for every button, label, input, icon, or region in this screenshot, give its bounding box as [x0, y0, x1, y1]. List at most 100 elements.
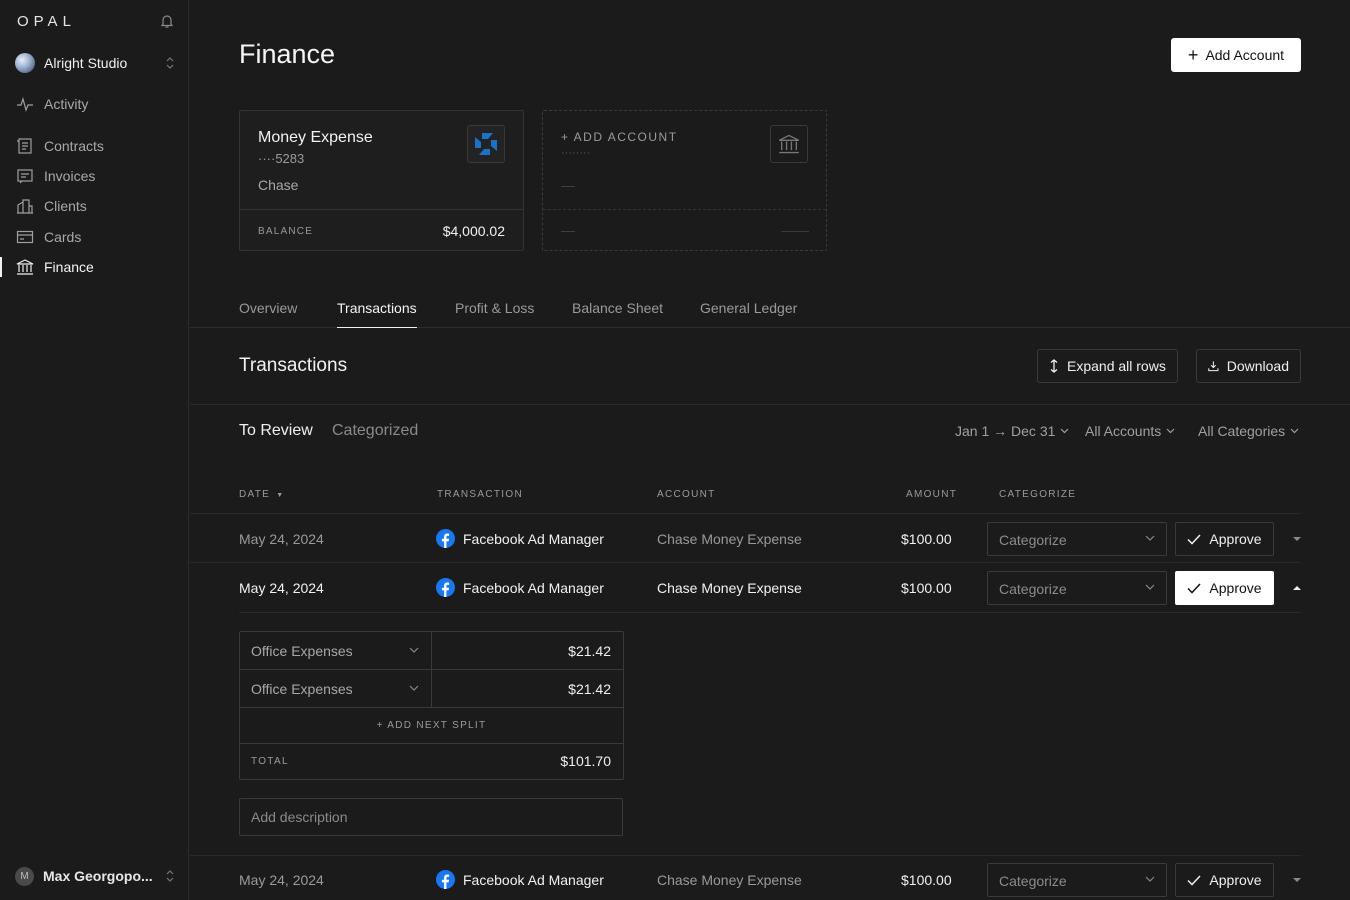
sidebar-item-label: Invoices: [44, 168, 96, 184]
expand-vertical-icon: [1050, 359, 1058, 373]
tab-overview[interactable]: Overview: [239, 300, 297, 328]
sidebar-item-label: Finance: [44, 259, 94, 275]
divider: [543, 209, 826, 210]
collapse-row-icon[interactable]: [1291, 584, 1303, 592]
transaction-amount: $100.00: [901, 531, 952, 547]
categorize-placeholder: Categorize: [999, 873, 1067, 889]
column-header-transaction: TRANSACTION: [437, 489, 523, 500]
transaction-amount: $100.00: [901, 580, 952, 596]
split-amount[interactable]: $21.42: [568, 643, 611, 659]
balance-value: $4,000.02: [442, 223, 505, 239]
approve-label: Approve: [1209, 531, 1262, 547]
chevron-down-icon: [1060, 428, 1069, 434]
transaction-date: May 24, 2024: [239, 580, 324, 596]
sidebar-item-cards[interactable]: Cards: [0, 225, 188, 249]
expand-all-rows-button[interactable]: Expand all rows: [1037, 349, 1178, 383]
placeholder-dash: —: [561, 177, 575, 193]
activity-icon: [17, 96, 33, 112]
expand-row-icon[interactable]: [1291, 535, 1303, 543]
add-account-label: Add Account: [1205, 47, 1285, 63]
transaction-amount: $100.00: [901, 872, 952, 888]
categorize-select[interactable]: Categorize: [987, 522, 1167, 556]
workspace-avatar: [15, 53, 35, 73]
tab-profit-loss[interactable]: Profit & Loss: [455, 300, 534, 328]
split-line: Office Expenses $21.42: [240, 670, 623, 708]
divider: [190, 513, 1301, 514]
transaction-account: Chase Money Expense: [657, 531, 802, 547]
add-account-button[interactable]: + Add Account: [1171, 38, 1301, 72]
sidebar-item-invoices[interactable]: Invoices: [0, 164, 188, 188]
categories-filter[interactable]: All Categories: [1198, 423, 1299, 439]
split-category-select[interactable]: Office Expenses: [240, 632, 432, 669]
subtab-categorized[interactable]: Categorized: [332, 422, 418, 440]
accounts-filter[interactable]: All Accounts: [1085, 423, 1175, 439]
add-account-card[interactable]: + ADD ACCOUNT ········ — —: [542, 110, 827, 251]
chevron-updown-icon: [166, 57, 174, 69]
divider: [239, 612, 1301, 613]
expand-row-icon[interactable]: [1291, 876, 1303, 884]
sidebar-item-label: Cards: [44, 229, 82, 245]
workspace-switcher[interactable]: Alright Studio: [15, 52, 175, 74]
column-header-amount: AMOUNT: [906, 489, 958, 500]
facebook-icon: [436, 578, 455, 597]
chevron-down-icon: [1145, 535, 1155, 541]
transaction-name: Facebook Ad Manager: [463, 580, 604, 596]
divider: [190, 404, 1350, 405]
sidebar-item-activity[interactable]: Activity: [0, 92, 188, 116]
chevron-updown-icon: [166, 870, 174, 882]
download-label: Download: [1226, 358, 1289, 374]
facebook-icon: [436, 529, 455, 548]
placeholder-line: [781, 231, 809, 232]
placeholder-dots: ········: [561, 147, 591, 159]
column-header-date[interactable]: DATE ▼: [239, 489, 284, 500]
categorize-placeholder: Categorize: [999, 532, 1067, 548]
chevron-down-icon: [1145, 876, 1155, 882]
subtab-to-review[interactable]: To Review: [239, 422, 313, 440]
sidebar-item-contracts[interactable]: Contracts: [0, 134, 188, 158]
description-input[interactable]: [239, 798, 623, 836]
account-card[interactable]: Money Expense ····5283 Chase BALANCE $4,…: [239, 110, 524, 251]
split-total-label: TOTAL: [251, 756, 289, 767]
categorize-select[interactable]: Categorize: [987, 571, 1167, 605]
divider: [190, 562, 1301, 563]
approve-label: Approve: [1209, 872, 1262, 888]
divider: [190, 855, 1301, 856]
split-editor: Office Expenses $21.42 Office Expenses $…: [239, 631, 624, 780]
account-number: ····5283: [258, 151, 305, 166]
tab-balance-sheet[interactable]: Balance Sheet: [572, 300, 663, 328]
plus-icon: +: [1187, 45, 1199, 65]
split-amount[interactable]: $21.42: [568, 681, 611, 697]
user-menu[interactable]: M Max Georgopo...: [15, 865, 175, 887]
accounts-filter-label: All Accounts: [1085, 423, 1162, 439]
facebook-icon: [436, 870, 455, 889]
sidebar-item-finance[interactable]: Finance: [0, 255, 188, 279]
add-next-split-button[interactable]: + ADD NEXT SPLIT: [240, 709, 623, 744]
approve-button[interactable]: Approve: [1175, 863, 1274, 897]
page-title: Finance: [239, 39, 336, 69]
transaction-name: Facebook Ad Manager: [463, 531, 604, 547]
split-category-select[interactable]: Office Expenses: [240, 670, 432, 707]
chevron-down-icon: [409, 647, 419, 653]
categorize-select[interactable]: Categorize: [987, 863, 1167, 897]
date-range-filter[interactable]: Jan 1 → Dec 31: [955, 423, 1069, 439]
approve-button[interactable]: Approve: [1175, 571, 1274, 605]
bank-icon: [16, 259, 34, 275]
app-logo: OPAL: [17, 13, 76, 30]
tab-transactions[interactable]: Transactions: [337, 300, 417, 328]
sidebar-item-label: Activity: [44, 96, 89, 112]
approve-button[interactable]: Approve: [1175, 522, 1274, 556]
avatar: M: [15, 866, 34, 886]
account-name: Money Expense: [258, 129, 373, 146]
check-icon: [1187, 874, 1201, 886]
sidebar-item-clients[interactable]: Clients: [0, 194, 188, 218]
date-range-label: Jan 1 → Dec 31: [955, 423, 1056, 439]
download-icon: [1208, 361, 1219, 372]
tab-general-ledger[interactable]: General Ledger: [700, 300, 797, 328]
check-icon: [1187, 582, 1201, 594]
invoices-icon: [17, 169, 33, 184]
bell-icon[interactable]: [159, 13, 175, 29]
sidebar: OPAL Alright Studio Activity Contracts I…: [0, 0, 189, 900]
download-button[interactable]: Download: [1196, 349, 1301, 383]
categorize-placeholder: Categorize: [999, 581, 1067, 597]
column-header-account: ACCOUNT: [657, 489, 716, 500]
